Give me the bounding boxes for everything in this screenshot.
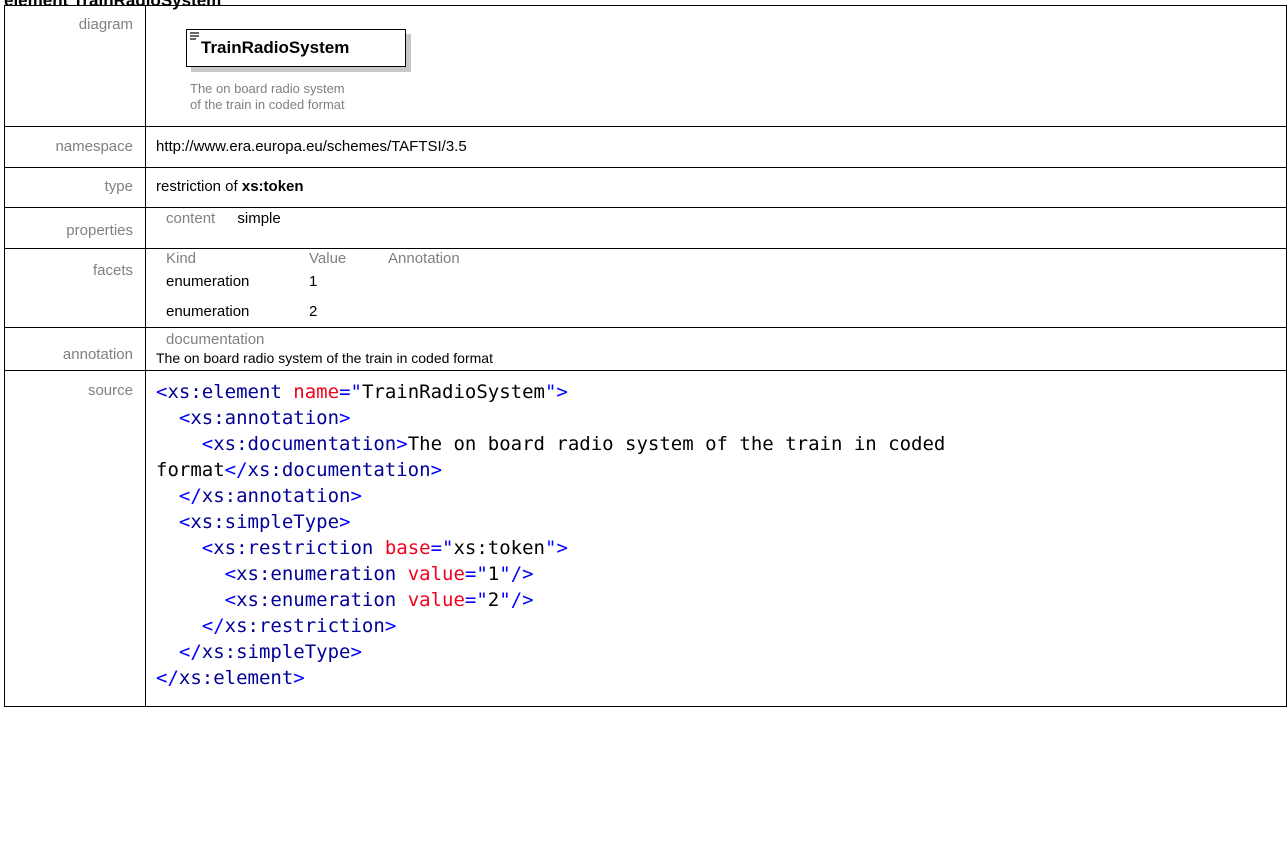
annotation-header: documentation: [166, 331, 265, 348]
diagram-description-line1: The on board radio system: [190, 81, 345, 96]
label-properties: properties: [4, 207, 146, 249]
annotation-text: The on board radio system of the train i…: [156, 350, 493, 366]
source-doc-text-1: The on board radio system of the train i…: [407, 433, 946, 455]
label-facets: facets: [4, 248, 146, 328]
table-row: enumeration 2: [162, 293, 460, 323]
label-annotation-text: annotation: [62, 346, 133, 363]
documentation-icon: [190, 32, 199, 40]
source-restriction-base: xs:token: [453, 537, 545, 559]
row-source: source <xs:element name="TrainRadioSyste…: [4, 370, 1287, 707]
label-facets-text: facets: [92, 262, 133, 279]
annotation-cell: documentation The on board radio system …: [145, 327, 1287, 371]
facets-header-annotation: Annotation: [388, 250, 460, 267]
facet-kind: enumeration: [166, 303, 250, 320]
source-code[interactable]: <xs:element name="TrainRadioSystem"> <xs…: [156, 371, 1286, 691]
source-enum-value-2: 2: [487, 589, 500, 611]
label-type-text: type: [104, 178, 133, 195]
namespace-value: http://www.era.europa.eu/schemes/TAFTSI/…: [156, 138, 467, 155]
label-source-text: source: [87, 382, 133, 399]
diagram-description: The on board radio system of the train i…: [190, 81, 345, 113]
label-namespace-text: namespace: [55, 138, 133, 155]
facets-header-value: Value: [309, 250, 347, 267]
row-type: type restriction of xs:token: [4, 167, 1287, 208]
source-enum-value-1: 1: [487, 563, 500, 585]
label-source: source: [4, 370, 146, 707]
properties-table: diagram TrainRadioSystem The on board ra…: [4, 5, 1287, 707]
property-key: content: [166, 210, 216, 227]
property-value: simple: [237, 210, 281, 227]
facet-value: 2: [309, 303, 318, 320]
label-type: type: [4, 167, 146, 208]
type-cell: restriction of xs:token: [145, 167, 1287, 208]
source-doc-text-2: format: [156, 459, 225, 481]
diagram-description-line2: of the train in coded format: [190, 97, 345, 112]
row-namespace: namespace http://www.era.europa.eu/schem…: [4, 126, 1287, 168]
properties-cell: content simple: [145, 207, 1287, 249]
row-diagram: diagram TrainRadioSystem The on board ra…: [4, 5, 1287, 127]
facets-header-kind: Kind: [166, 250, 197, 267]
source-element-name: TrainRadioSystem: [361, 381, 545, 403]
label-diagram-text: diagram: [78, 16, 133, 33]
facets-table: Kind Value Annotation enumeration 1 enum…: [162, 250, 460, 323]
type-value: restriction of xs:token: [156, 168, 1286, 206]
diagram-cell: TrainRadioSystem The on board radio syst…: [145, 5, 1287, 127]
facet-annotation: [388, 293, 460, 323]
table-row: enumeration 1: [162, 267, 460, 293]
element-diagram[interactable]: TrainRadioSystem The on board radio syst…: [156, 6, 1286, 126]
namespace-cell: http://www.era.europa.eu/schemes/TAFTSI/…: [145, 126, 1287, 168]
type-base-link[interactable]: xs:token: [242, 178, 304, 195]
label-properties-text: properties: [66, 222, 133, 239]
label-annotation: annotation: [4, 327, 146, 371]
facet-kind: enumeration: [166, 273, 250, 290]
row-properties: properties content simple: [4, 207, 1287, 249]
facet-annotation: [388, 267, 460, 293]
facets-header-row: Kind Value Annotation: [162, 250, 460, 267]
source-cell: <xs:element name="TrainRadioSystem"> <xs…: [145, 370, 1287, 707]
properties-inner: content simple: [156, 208, 1286, 248]
facet-value: 1: [309, 273, 318, 290]
facets-cell: Kind Value Annotation enumeration 1 enum…: [145, 248, 1287, 328]
diagram-element-box[interactable]: TrainRadioSystem: [186, 29, 406, 67]
row-facets: facets Kind Value Annotation enumeration…: [4, 248, 1287, 328]
label-diagram: diagram: [4, 5, 146, 127]
type-prefix: restriction of: [156, 178, 238, 195]
row-annotation: annotation documentation The on board ra…: [4, 327, 1287, 371]
label-namespace: namespace: [4, 126, 146, 168]
diagram-element-name: TrainRadioSystem: [201, 38, 350, 57]
